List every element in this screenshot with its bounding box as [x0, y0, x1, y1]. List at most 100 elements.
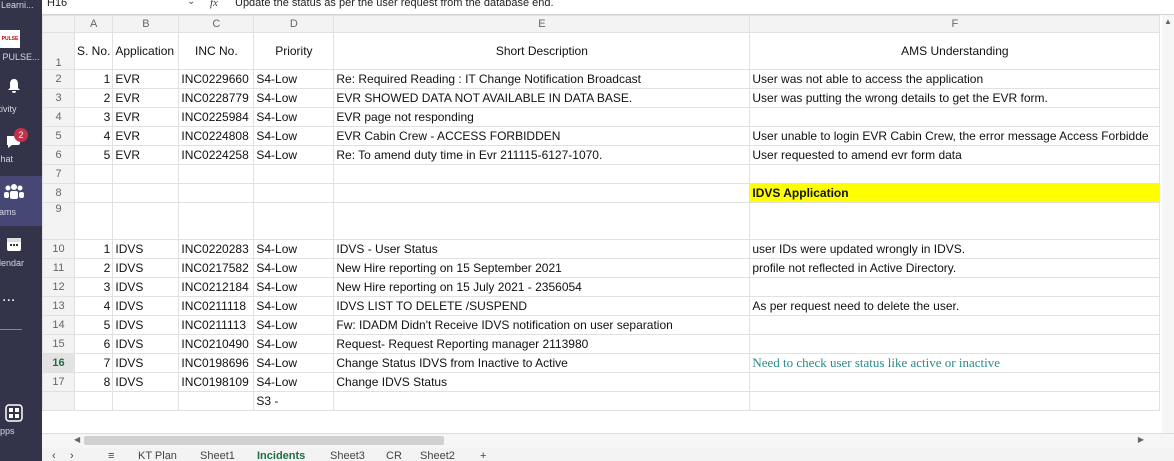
header-cell-application[interactable]: Application — [112, 32, 180, 70]
cell[interactable] — [112, 202, 180, 240]
header-cell-ams[interactable]: AMS Understanding — [749, 32, 1161, 70]
column-header[interactable]: B — [112, 15, 180, 33]
row-header[interactable]: 8 — [42, 183, 75, 203]
cell-description[interactable]: Fw: IDADM Didn't Receive IDVS notificati… — [333, 315, 751, 335]
cell-sno[interactable]: 4 — [73, 296, 114, 316]
cell-sno[interactable]: 2 — [73, 258, 114, 278]
cell-priority[interactable]: S4-Low — [253, 239, 335, 259]
scroll-left-icon[interactable]: ◀ — [74, 435, 80, 444]
sheet-list-icon[interactable]: ≡ — [108, 450, 114, 461]
row-header[interactable]: 7 — [42, 164, 75, 184]
scroll-right-icon[interactable]: ▶ — [1138, 435, 1144, 444]
cell-inc[interactable]: INC0224258 — [178, 145, 255, 165]
cell[interactable] — [333, 391, 751, 411]
tab-cr[interactable]: CR — [386, 450, 402, 461]
cell-application[interactable]: IDVS — [112, 239, 180, 259]
cell-sno[interactable]: 4 — [73, 126, 114, 146]
cell[interactable] — [749, 164, 1161, 184]
tab-nav-prev-icon[interactable]: ‹ — [52, 450, 56, 461]
cell-application[interactable]: IDVS — [112, 353, 180, 373]
cell-ams[interactable]: User requested to amend evr form data — [749, 145, 1161, 165]
row-header[interactable]: 6 — [42, 145, 75, 165]
cell-inc[interactable]: INC0228779 — [178, 88, 255, 108]
row-header[interactable] — [42, 391, 75, 411]
cell-ams[interactable]: Need to check user status like active or… — [749, 353, 1161, 373]
cell-description[interactable]: Re: Required Reading : IT Change Notific… — [333, 69, 751, 89]
cell-description[interactable]: Request- Request Reporting manager 21139… — [333, 334, 751, 354]
row-header[interactable]: 15 — [42, 334, 75, 354]
cell-priority[interactable]: S4-Low — [253, 145, 335, 165]
cell[interactable] — [112, 164, 180, 184]
cell-ams[interactable]: User unable to login EVR Cabin Crew, the… — [749, 126, 1161, 146]
cell-ams[interactable] — [749, 277, 1161, 297]
cell-description[interactable]: Re: To amend duty time in Evr 211115-612… — [333, 145, 751, 165]
column-header[interactable]: A — [73, 15, 114, 33]
cell-ams[interactable]: User was not able to access the applicat… — [749, 69, 1161, 89]
cell[interactable] — [253, 202, 335, 240]
cell-inc[interactable]: INC0225984 — [178, 107, 255, 127]
horizontal-scrollbar[interactable]: ◀ ▶ — [42, 433, 1174, 448]
select-all-corner[interactable] — [42, 15, 75, 33]
row-header[interactable]: 1 — [42, 32, 75, 70]
spreadsheet-grid[interactable]: A B C D E F 1 S. No. Application INC No.… — [42, 15, 1174, 433]
tab-sheet3[interactable]: Sheet3 — [330, 450, 365, 461]
cell-inc[interactable]: INC0217582 — [178, 258, 255, 278]
cell-inc[interactable]: INC0198696 — [178, 353, 255, 373]
tab-incidents[interactable]: Incidents — [257, 450, 305, 461]
tab-kt-plan[interactable]: KT Plan — [138, 450, 177, 461]
row-header[interactable]: 17 — [42, 372, 75, 392]
cell[interactable] — [112, 183, 180, 203]
cell-application[interactable]: IDVS — [112, 334, 180, 354]
tab-sheet2[interactable]: Sheet2 — [420, 450, 455, 461]
cell-sno[interactable]: 3 — [73, 107, 114, 127]
row-header[interactable]: 16 — [42, 353, 75, 373]
cell-priority[interactable]: S4-Low — [253, 69, 335, 89]
cell-description[interactable]: IDVS - User Status — [333, 239, 751, 259]
row-header[interactable]: 11 — [42, 258, 75, 278]
cell[interactable] — [178, 391, 255, 411]
cell-sno[interactable]: 6 — [73, 334, 114, 354]
cell-inc[interactable]: INC0211118 — [178, 296, 255, 316]
cell-description[interactable]: EVR Cabin Crew - ACCESS FORBIDDEN — [333, 126, 751, 146]
cell-description[interactable]: EVR page not responding — [333, 107, 751, 127]
teams-nav[interactable]: eams — [0, 176, 42, 226]
cell[interactable] — [73, 391, 114, 411]
header-cell-inc[interactable]: INC No. — [178, 32, 255, 70]
section-title-cell[interactable]: IDVS Application — [749, 183, 1161, 203]
cell-application[interactable]: EVR — [112, 88, 180, 108]
cell-description[interactable]: Change Status IDVS from Inactive to Acti… — [333, 353, 751, 373]
cell-ams[interactable]: profile not reflected in Active Director… — [749, 258, 1161, 278]
cell-application[interactable]: IDVS — [112, 315, 180, 335]
cell-ams[interactable] — [749, 334, 1161, 354]
cell-application[interactable]: IDVS — [112, 372, 180, 392]
cell-sno[interactable]: 3 — [73, 277, 114, 297]
cell-inc[interactable]: INC0224808 — [178, 126, 255, 146]
cell[interactable]: S3 - — [253, 391, 335, 411]
column-header[interactable]: D — [253, 15, 335, 33]
cell[interactable] — [178, 202, 255, 240]
row-header[interactable]: 13 — [42, 296, 75, 316]
cell-inc[interactable]: INC0212184 — [178, 277, 255, 297]
header-cell-description[interactable]: Short Description — [333, 32, 751, 70]
tab-sheet1[interactable]: Sheet1 — [200, 450, 235, 461]
cell-inc[interactable]: INC0211113 — [178, 315, 255, 335]
cell-sno[interactable]: 7 — [73, 353, 114, 373]
cell-application[interactable]: IDVS — [112, 296, 180, 316]
cell[interactable] — [73, 202, 114, 240]
row-header[interactable]: 2 — [42, 69, 75, 89]
cell-description[interactable]: New Hire reporting on 15 September 2021 — [333, 258, 751, 278]
vertical-scrollbar[interactable]: ▲ — [1162, 15, 1174, 433]
name-box[interactable]: H16 — [47, 0, 157, 9]
add-sheet-button[interactable]: + — [480, 450, 486, 461]
row-header[interactable]: 4 — [42, 107, 75, 127]
cell-sno[interactable]: 1 — [73, 69, 114, 89]
fx-icon[interactable]: fx — [210, 0, 218, 9]
column-header[interactable]: C — [178, 15, 255, 33]
cell-ams[interactable]: user IDs were updated wrongly in IDVS. — [749, 239, 1161, 259]
cell[interactable] — [253, 164, 335, 184]
scroll-thumb[interactable] — [84, 436, 444, 445]
cell[interactable] — [253, 183, 335, 203]
cell-sno[interactable]: 5 — [73, 315, 114, 335]
cell-priority[interactable]: S4-Low — [253, 88, 335, 108]
chevron-down-icon[interactable]: ⌄ — [187, 0, 195, 7]
